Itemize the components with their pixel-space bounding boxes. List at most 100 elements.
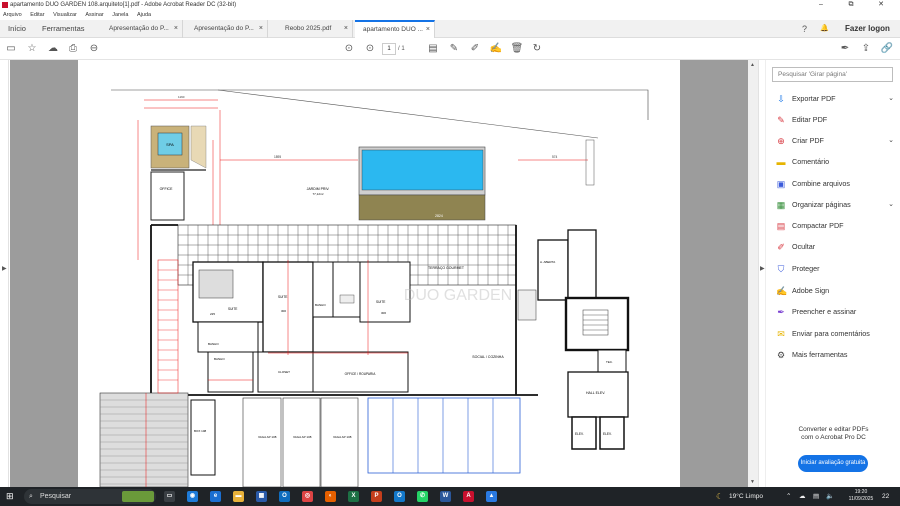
whatsapp-icon[interactable]: ✆ <box>417 491 428 502</box>
task-view-icon[interactable]: ▭ <box>164 491 175 502</box>
highlight-pen-icon[interactable]: ✎ <box>447 42 461 56</box>
bell-icon[interactable]: 🔔 <box>820 20 829 38</box>
vertical-scrollbar[interactable]: ▲ ▼ <box>748 60 758 487</box>
tool-exportar-pdf[interactable]: ⇩ Exportar PDF ⌄ <box>776 92 894 106</box>
scroll-down-icon[interactable]: ▼ <box>750 479 755 485</box>
current-page-input[interactable]: 1 <box>382 43 396 55</box>
comment-tool-icon[interactable]: ▤ <box>426 42 440 56</box>
word-icon[interactable]: W <box>440 491 451 502</box>
photos-icon[interactable]: ▲ <box>486 491 497 502</box>
tool-enviar-comentarios[interactable]: ✉ Enviar para comentários <box>776 327 894 341</box>
dim-top: 1160 <box>178 95 185 99</box>
system-clock[interactable]: 19:20 11/09/2025 <box>846 489 876 503</box>
tool-editar-pdf[interactable]: ✎ Editar PDF <box>776 113 894 127</box>
document-viewer[interactable]: SPA OFFICE 2824 JARDIM PRIV. 77,12m² 189… <box>10 60 748 487</box>
upload-cloud-icon[interactable]: ☁ <box>46 42 60 56</box>
store-icon[interactable]: ▦ <box>256 491 267 502</box>
redact-icon: ✐ <box>777 242 785 252</box>
powerpoint-icon[interactable]: P <box>371 491 382 502</box>
tab-close-icon[interactable]: × <box>174 20 178 38</box>
excel-icon[interactable]: X <box>348 491 359 502</box>
tools-search-input[interactable]: Pesquisar 'Girar página' <box>772 67 893 82</box>
tab-document-1[interactable]: Apresentação do P... × <box>101 20 183 38</box>
volume-icon[interactable]: 🔈 <box>826 487 834 506</box>
pdf-page[interactable]: SPA OFFICE 2824 JARDIM PRIV. 77,12m² 189… <box>78 60 680 487</box>
menu-visualizar[interactable]: Visualizar <box>53 12 77 18</box>
maximize-button[interactable]: ⧉ <box>838 0 864 10</box>
acrobat-taskbar-icon[interactable]: A <box>463 491 474 502</box>
tools-pane: Pesquisar 'Girar página' ⇩ Exportar PDF … <box>765 60 900 487</box>
chevron-down-icon[interactable]: ⌄ <box>888 134 894 148</box>
menu-arquivo[interactable]: Arquivo <box>3 12 22 18</box>
menu-janela[interactable]: Janela <box>112 12 128 18</box>
chrome-icon[interactable]: ◎ <box>302 491 313 502</box>
tab-close-icon[interactable]: × <box>344 20 348 38</box>
create-pdf-icon: ⊕ <box>777 136 785 146</box>
zoom-out-icon[interactable]: ⊖ <box>87 42 101 56</box>
tool-mais-ferramentas[interactable]: ⚙ Mais ferramentas <box>776 348 894 362</box>
tool-proteger[interactable]: ⛉ Proteger <box>776 262 894 276</box>
tray-chevron-icon[interactable]: ⌃ <box>786 487 791 506</box>
network-icon[interactable]: ▤ <box>813 487 819 506</box>
menu-editar[interactable]: Editar <box>30 12 44 18</box>
windows-start-icon[interactable]: ⊞ <box>6 491 14 501</box>
chevron-down-icon[interactable]: ⌄ <box>888 198 894 212</box>
share-icon[interactable]: ⇪ <box>859 42 873 56</box>
tool-ocultar[interactable]: ✐ Ocultar <box>776 240 894 254</box>
print-icon[interactable]: ⎙ <box>66 42 80 56</box>
file-explorer-icon[interactable]: ▬ <box>233 491 244 502</box>
tool-comentario[interactable]: ▬ Comentário <box>776 155 894 169</box>
notification-count[interactable]: 22 <box>882 487 889 506</box>
dim-6: 306 <box>381 311 386 315</box>
outlook-icon[interactable]: O <box>279 491 290 502</box>
sign-tool-icon[interactable]: ✒ <box>838 42 852 56</box>
draw-tool-icon[interactable]: ✐ <box>468 42 482 56</box>
tab-tools[interactable]: Ferramentas <box>34 20 92 38</box>
page-thumbnails-icon[interactable]: ▭ <box>4 42 18 56</box>
label-vaga-3: VAGA AP 108 <box>333 435 352 439</box>
help-icon[interactable]: ? <box>802 20 807 38</box>
next-page-icon[interactable]: ⊙ <box>363 42 377 56</box>
delete-icon[interactable]: 🗑 <box>510 42 524 56</box>
tool-criar-pdf[interactable]: ⊕ Criar PDF ⌄ <box>776 134 894 148</box>
watermark-text: DUO GARDEN <box>404 287 512 304</box>
minimize-button[interactable]: – <box>808 0 834 10</box>
menu-ajuda[interactable]: Ajuda <box>137 12 151 18</box>
start-free-trial-button[interactable]: Iniciar avaliação gratuita <box>798 455 868 472</box>
scroll-up-icon[interactable]: ▲ <box>750 62 755 68</box>
close-window-button[interactable]: ✕ <box>868 0 894 10</box>
copilot-icon[interactable]: ◉ <box>187 491 198 502</box>
label-hall-elev: HALL ELEV. <box>586 391 605 395</box>
menu-assinar[interactable]: Assinar <box>85 12 103 18</box>
tab-close-icon[interactable]: × <box>259 20 263 38</box>
bookmark-star-icon[interactable]: ☆ <box>25 42 39 56</box>
edge-browser-icon[interactable]: e <box>210 491 221 502</box>
tab-home[interactable]: Início <box>0 20 34 38</box>
tab-document-2[interactable]: Apresentação do P... × <box>186 20 268 38</box>
page-total: / 1 <box>398 46 405 52</box>
previous-page-icon[interactable]: ⊙ <box>342 42 356 56</box>
right-panel-toggle[interactable]: ▶ <box>758 60 765 487</box>
sign-in-button[interactable]: Fazer logon <box>845 20 890 38</box>
comment-icon: ▬ <box>776 157 786 167</box>
weather-text[interactable]: 19°C Limpo <box>729 487 763 506</box>
cloud-icon[interactable]: ☁ <box>799 487 806 506</box>
label-social: SOCIAL / COZINHA <box>472 355 504 359</box>
tab-document-active[interactable]: apartamento DUO ... × <box>355 20 435 38</box>
chevron-down-icon[interactable]: ⌄ <box>888 92 894 106</box>
firefox-icon[interactable]: ◐ <box>325 491 336 502</box>
tool-preencher-assinar[interactable]: ✒ Preencher e assinar <box>776 305 894 319</box>
tab-close-icon[interactable]: × <box>426 22 430 37</box>
tool-compactar-pdf[interactable]: ▤ Compactar PDF <box>776 219 894 233</box>
tool-combine-arquivos[interactable]: ▣ Combine arquivos <box>776 177 894 191</box>
expand-left-panel-icon[interactable]: ▶ <box>2 265 7 272</box>
tool-organizar-paginas[interactable]: ▦ Organizar páginas ⌄ <box>776 198 894 212</box>
outlook-new-icon[interactable]: O <box>394 491 405 502</box>
share-link-icon[interactable]: 🔗 <box>880 42 894 56</box>
label-elev-1: ELEV. <box>575 432 584 436</box>
rotate-icon[interactable]: ↻ <box>530 42 544 56</box>
fill-sign-tool-icon[interactable]: ✍ <box>489 42 503 56</box>
tool-adobe-sign[interactable]: ✍ Adobe Sign <box>776 284 894 298</box>
tab-document-3[interactable]: Reobo 2025.pdf × <box>277 20 353 38</box>
collapse-right-panel-icon[interactable]: ▶ <box>760 265 765 272</box>
